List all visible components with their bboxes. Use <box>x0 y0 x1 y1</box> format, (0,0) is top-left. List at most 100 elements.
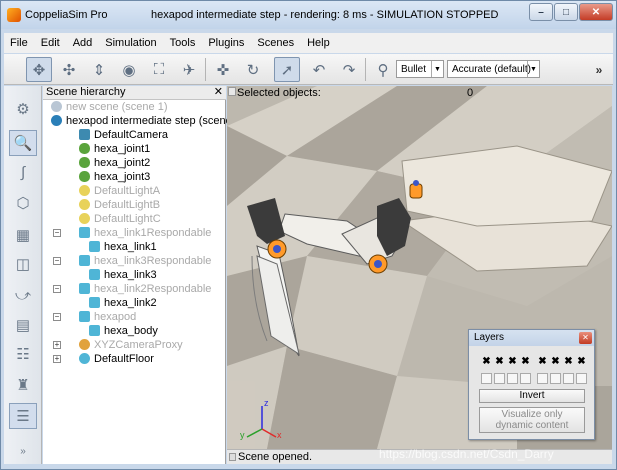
tree-item[interactable]: hexa_link1Respondable <box>79 226 211 240</box>
expand-toggle[interactable]: + <box>53 355 61 363</box>
expand-toggle[interactable]: + <box>53 341 61 349</box>
menu-simulation[interactable]: Simulation <box>105 37 156 49</box>
scene-hierarchy-icon[interactable]: 🔍 <box>9 130 37 156</box>
menu-add[interactable]: Add <box>73 37 93 49</box>
toolbar-overflow-button[interactable]: » <box>586 57 612 82</box>
tree-item[interactable]: DefaultFloor <box>79 352 154 366</box>
layers-icon[interactable]: ☰ <box>9 403 37 429</box>
layer-checkbox[interactable] <box>520 373 531 384</box>
menu-edit[interactable]: Edit <box>41 37 60 49</box>
click-select-icon[interactable]: ➚ <box>274 57 300 82</box>
menu-help[interactable]: Help <box>307 37 330 49</box>
layers-dialog: Layers ✕ ✖ ✖ ✖ ✖ ✖ ✖ ✖ ✖ Invert Visualiz… <box>468 329 595 440</box>
dynamics-icon[interactable]: ⚲ <box>370 57 396 82</box>
layer-checkbox[interactable]: ✖ <box>481 356 492 367</box>
joint-marker-core <box>374 260 382 268</box>
tree-item[interactable]: hexa_body <box>89 324 158 338</box>
shape-icon <box>79 311 90 322</box>
layer-checkbox[interactable] <box>550 373 561 384</box>
layer-checkbox[interactable] <box>494 373 505 384</box>
model-browser-icon[interactable]: ♜ <box>9 372 37 398</box>
invert-button[interactable]: Invert <box>479 389 585 403</box>
physics-engine-select[interactable]: Bullet ▼ <box>396 60 444 78</box>
close-button[interactable]: ✕ <box>579 3 613 21</box>
tree-item[interactable]: hexa_joint3 <box>79 170 150 184</box>
proxy-icon <box>79 339 90 350</box>
layer-checkbox[interactable] <box>563 373 574 384</box>
camera-fly-icon[interactable]: ✈ <box>176 57 202 82</box>
axis-x-label: x <box>277 430 282 440</box>
layer-checkbox[interactable]: ✖ <box>494 356 505 367</box>
selected-objects-count: 0 <box>467 87 474 99</box>
title-bar: CoppeliaSim Pro hexapod intermediate ste… <box>1 1 616 29</box>
menu-plugins[interactable]: Plugins <box>208 37 244 49</box>
script-icon[interactable]: ∫ <box>9 159 37 185</box>
simulation-settings-icon[interactable]: ⚙ <box>9 96 37 122</box>
tree-item[interactable]: DefaultCamera <box>79 128 168 142</box>
tree-item[interactable]: DefaultLightB <box>79 198 160 212</box>
tree-item[interactable]: hexapod <box>79 310 136 324</box>
app-icon <box>7 8 21 22</box>
menu-tools[interactable]: Tools <box>170 37 196 49</box>
object-rotate-icon[interactable]: ↻ <box>240 57 266 82</box>
main-toolbar: ✥ ✣ ⇕ ◉ ⛶ ✈ ✜ ↻ ➚ ↶ ↷ ⚲ Bullet ▼ Accurat… <box>4 54 613 85</box>
layer-checkbox[interactable]: ✖ <box>563 356 574 367</box>
layer-checkbox[interactable] <box>537 373 548 384</box>
tree-item[interactable]: hexapod intermediate step (scene <box>51 114 232 128</box>
collection-icon[interactable]: ◫ <box>9 251 37 277</box>
fit-to-view-icon[interactable]: ⛶ <box>146 57 172 82</box>
shape-edit-icon[interactable]: ⬡ <box>9 190 37 216</box>
watermark: https://blog.csdn.net/Csdn_Darry <box>379 447 554 461</box>
layer-checkbox[interactable] <box>481 373 492 384</box>
collapse-toggle[interactable]: − <box>53 313 61 321</box>
tree-item[interactable]: XYZCameraProxy <box>79 338 183 352</box>
shape-icon <box>89 241 100 252</box>
dynamic-content-button[interactable]: Visualize only dynamic content <box>479 407 585 433</box>
ui-editor-icon[interactable]: ▤ <box>9 312 37 338</box>
collapse-toggle[interactable]: − <box>53 285 61 293</box>
tree-item[interactable]: hexa_link2Respondable <box>79 282 211 296</box>
tree-item[interactable]: new scene (scene 1) <box>51 100 168 114</box>
shape-icon <box>79 283 90 294</box>
accuracy-select[interactable]: Accurate (default) ▼ <box>447 60 540 78</box>
chevron-down-icon: ▼ <box>527 61 539 77</box>
tree-item[interactable]: DefaultLightA <box>79 184 160 198</box>
redo-icon[interactable]: ↷ <box>336 57 362 82</box>
layers-dialog-title: Layers <box>474 332 505 343</box>
layer-checkbox[interactable]: ✖ <box>537 356 548 367</box>
layer-checkbox[interactable] <box>576 373 587 384</box>
layer-checkbox[interactable]: ✖ <box>507 356 518 367</box>
layer-checkbox[interactable] <box>507 373 518 384</box>
collapse-toggle[interactable]: − <box>53 257 61 265</box>
tree-item[interactable]: hexa_link2 <box>89 296 157 310</box>
panel-close-button[interactable]: ✕ <box>214 86 223 99</box>
selected-objects-label: Selected objects: <box>237 87 321 99</box>
tree-item[interactable]: DefaultLightC <box>79 212 161 226</box>
calculation-modules-icon[interactable]: ▦ <box>9 222 37 248</box>
layers-close-button[interactable]: ✕ <box>579 332 592 344</box>
tree-item[interactable]: hexa_link3 <box>89 268 157 282</box>
tree-item[interactable]: hexa_link1 <box>89 240 157 254</box>
layer-checkbox[interactable]: ✖ <box>576 356 587 367</box>
camera-pan-icon[interactable]: ✥ <box>26 57 52 82</box>
path-icon[interactable]: ⤻ <box>9 282 37 308</box>
menu-scenes[interactable]: Scenes <box>257 37 294 49</box>
more-tools-icon[interactable]: » <box>9 438 37 464</box>
object-shift-icon[interactable]: ✜ <box>210 57 236 82</box>
minimize-button[interactable]: – <box>529 3 553 21</box>
tree-item[interactable]: hexa_joint1 <box>79 142 150 156</box>
camera-rotate-icon[interactable]: ✣ <box>56 57 82 82</box>
viewport-menu-icon[interactable] <box>228 87 236 96</box>
shape-icon <box>89 325 100 336</box>
selection-icon[interactable]: ☷ <box>9 341 37 367</box>
menu-file[interactable]: File <box>10 37 28 49</box>
tree-item[interactable]: hexa_link3Respondable <box>79 254 211 268</box>
camera-angle-icon[interactable]: ◉ <box>116 57 142 82</box>
layer-checkbox[interactable]: ✖ <box>520 356 531 367</box>
undo-icon[interactable]: ↶ <box>306 57 332 82</box>
tree-item[interactable]: hexa_joint2 <box>79 156 150 170</box>
camera-shift-icon[interactable]: ⇕ <box>86 57 112 82</box>
collapse-toggle[interactable]: − <box>53 229 61 237</box>
layer-checkbox[interactable]: ✖ <box>550 356 561 367</box>
maximize-button[interactable]: □ <box>554 3 578 21</box>
